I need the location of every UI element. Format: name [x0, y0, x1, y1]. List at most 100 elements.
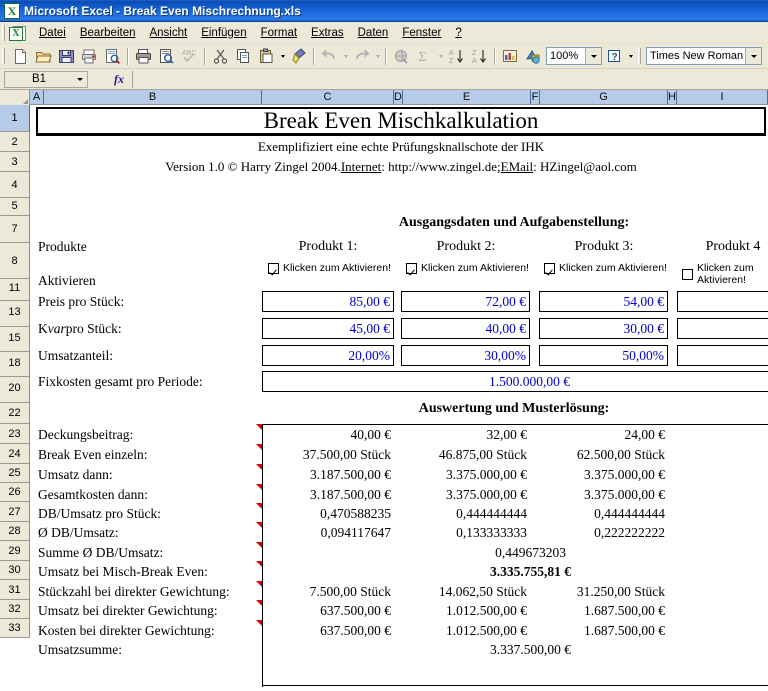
- row-header-7[interactable]: 7: [0, 216, 30, 243]
- value-gesamtkosten-dann-4[interactable]: [678, 485, 768, 504]
- value-deckungsbeitrag-4[interactable]: [678, 425, 768, 445]
- checkbox-icon[interactable]: [406, 262, 417, 274]
- menu-grip[interactable]: [2, 24, 6, 41]
- row-header-8[interactable]: 8: [0, 243, 30, 279]
- value-durchschnitt-db-umsatz-2[interactable]: 0,133333333: [402, 523, 530, 543]
- row-header-26[interactable]: 26: [0, 483, 30, 502]
- menu-item-datei[interactable]: Datei: [32, 24, 73, 42]
- input-preis-3[interactable]: 54,00 €: [539, 291, 668, 312]
- comment-marker-28[interactable]: [256, 542, 262, 548]
- print-setup-icon[interactable]: [78, 45, 101, 67]
- value-db-umsatz-pro-stueck-2[interactable]: 0,444444444: [402, 504, 530, 523]
- label-umsatzanteil[interactable]: Umsatzanteil:: [36, 345, 256, 367]
- activate-checkbox-3[interactable]: Klicken zum Aktivieren!: [544, 262, 667, 274]
- zoom-combobox[interactable]: 100%: [546, 47, 602, 65]
- input-preis-4[interactable]: [677, 291, 768, 312]
- column-header-i[interactable]: I: [677, 90, 768, 104]
- value-kosten-direkte-gewichtung-4[interactable]: [678, 621, 768, 640]
- label-kvar-pro-stueck[interactable]: Kvar pro Stück:: [36, 318, 256, 340]
- row-header-1[interactable]: 1: [0, 105, 30, 132]
- value-stueckzahl-direkte-gewichtung-3[interactable]: 31.250,00 Stück: [540, 582, 668, 601]
- value-deckungsbeitrag-1[interactable]: 40,00 €: [264, 425, 394, 445]
- label-summe-durchschnitt-db-umsatz[interactable]: Summe Ø DB/Umsatz:: [36, 543, 258, 562]
- comment-marker-27[interactable]: [256, 522, 262, 528]
- input-kvar-4[interactable]: [677, 318, 768, 339]
- save-icon[interactable]: [55, 45, 78, 67]
- column-header-b[interactable]: B: [44, 90, 262, 104]
- menu-item-daten[interactable]: Daten: [351, 24, 396, 42]
- row-header-28[interactable]: 28: [0, 522, 30, 541]
- row-header-24[interactable]: 24: [0, 444, 30, 464]
- cut-icon[interactable]: [209, 45, 232, 67]
- activate-checkbox-2[interactable]: Klicken zum Aktivieren!: [406, 262, 529, 274]
- chart-wizard-icon[interactable]: [499, 45, 522, 67]
- input-kvar-1[interactable]: 45,00 €: [262, 318, 394, 339]
- value-umsatz-direkte-gewichtung-2[interactable]: 1.012.500,00 €: [402, 601, 530, 621]
- value-umsatz-dann-3[interactable]: 3.375.000,00 €: [540, 465, 668, 485]
- label-umsatz-dann[interactable]: Umsatz dann:: [36, 465, 258, 485]
- formatting-toolbar-grip[interactable]: [638, 48, 642, 64]
- value-db-umsatz-pro-stueck-3[interactable]: 0,444444444: [540, 504, 668, 523]
- row-header-22[interactable]: 22: [0, 403, 30, 424]
- row-header-31[interactable]: 31: [0, 580, 30, 600]
- select-all-corner[interactable]: [0, 90, 30, 105]
- comment-marker-30[interactable]: [256, 581, 262, 587]
- comment-marker-26[interactable]: [256, 503, 262, 509]
- insert-function-icon[interactable]: fx: [114, 72, 124, 87]
- value-umsatz-dann-4[interactable]: [678, 465, 768, 485]
- row-header-33[interactable]: 33: [0, 619, 30, 638]
- row-header-3[interactable]: 3: [0, 152, 30, 172]
- print-preview-icon[interactable]: [155, 45, 178, 67]
- value-kosten-direkte-gewichtung-1[interactable]: 637.500,00 €: [264, 621, 394, 640]
- name-box-dropdown-arrow[interactable]: [73, 77, 87, 81]
- label-preis-pro-stueck[interactable]: Preis pro Stück:: [36, 291, 256, 313]
- comment-marker-22[interactable]: [256, 424, 262, 430]
- product-header-4[interactable]: Produkt 4: [678, 236, 768, 258]
- comment-marker-31[interactable]: [256, 600, 262, 606]
- menu-item-einfuegen[interactable]: Einfügen: [194, 24, 253, 42]
- toolbar-options-arrow[interactable]: [626, 45, 636, 67]
- format-painter-icon[interactable]: [287, 45, 310, 67]
- menu-item-bearbeiten[interactable]: Bearbeiten: [73, 24, 143, 42]
- product-header-1[interactable]: Produkt 1:: [262, 236, 394, 258]
- column-header-h[interactable]: H: [668, 90, 677, 104]
- value-umsatz-dann-2[interactable]: 3.375.000,00 €: [402, 465, 530, 485]
- activate-checkbox-1[interactable]: Klicken zum Aktivieren!: [268, 262, 391, 274]
- input-preis-2[interactable]: 72,00 €: [401, 291, 530, 312]
- product-header-2[interactable]: Produkt 2:: [402, 236, 530, 258]
- value-db-umsatz-pro-stueck-4[interactable]: [678, 504, 768, 523]
- row-header-30[interactable]: 30: [0, 561, 30, 580]
- paste-options-arrow[interactable]: [278, 45, 287, 67]
- copy-icon[interactable]: [232, 45, 255, 67]
- workbook-icon[interactable]: X: [9, 25, 26, 41]
- row-header-15[interactable]: 15: [0, 327, 30, 352]
- activate-checkbox-4[interactable]: Klicken zum Aktivieren!: [682, 262, 768, 286]
- label-kosten-direkte-gewichtung[interactable]: Kosten bei direkter Gewichtung:: [36, 621, 258, 640]
- label-durchschnitt-db-umsatz[interactable]: Ø DB/Umsatz:: [36, 523, 258, 543]
- label-aktivieren[interactable]: Aktivieren: [36, 270, 256, 292]
- row-header-27[interactable]: 27: [0, 502, 30, 522]
- column-header-a[interactable]: A: [30, 90, 44, 104]
- value-gesamtkosten-dann-3[interactable]: 3.375.000,00 €: [540, 485, 668, 504]
- row-header-4[interactable]: 4: [0, 172, 30, 198]
- input-kvar-3[interactable]: 30,00 €: [539, 318, 668, 339]
- menu-item-help[interactable]: ?: [448, 24, 468, 42]
- product-header-3[interactable]: Produkt 3:: [540, 236, 668, 258]
- input-umsatzanteil-1[interactable]: 20,00%: [262, 345, 394, 366]
- label-db-umsatz-pro-stueck[interactable]: DB/Umsatz pro Stück:: [36, 504, 258, 523]
- column-header-c[interactable]: C: [262, 90, 394, 104]
- comment-marker-24[interactable]: [256, 464, 262, 470]
- row-header-18[interactable]: 18: [0, 352, 30, 377]
- value-break-even-einzeln-3[interactable]: 62.500,00 Stück: [540, 445, 668, 465]
- value-umsatz-direkte-gewichtung-1[interactable]: 637.500,00 €: [264, 601, 394, 621]
- column-header-f[interactable]: F: [531, 90, 540, 104]
- row-header-29[interactable]: 29: [0, 541, 30, 561]
- value-umsatz-dann-1[interactable]: 3.187.500,00 €: [264, 465, 394, 485]
- row-header-13[interactable]: 13: [0, 301, 30, 327]
- font-name-combobox[interactable]: Times New Roman: [646, 47, 762, 65]
- input-fixkosten[interactable]: 1.500.000,00 €: [262, 371, 768, 392]
- comment-marker-32[interactable]: [256, 620, 262, 626]
- toolbar-grip[interactable]: [2, 48, 6, 64]
- document-title-cell[interactable]: Break Even Mischkalkulation: [36, 107, 766, 136]
- row-header-20[interactable]: 20: [0, 377, 30, 403]
